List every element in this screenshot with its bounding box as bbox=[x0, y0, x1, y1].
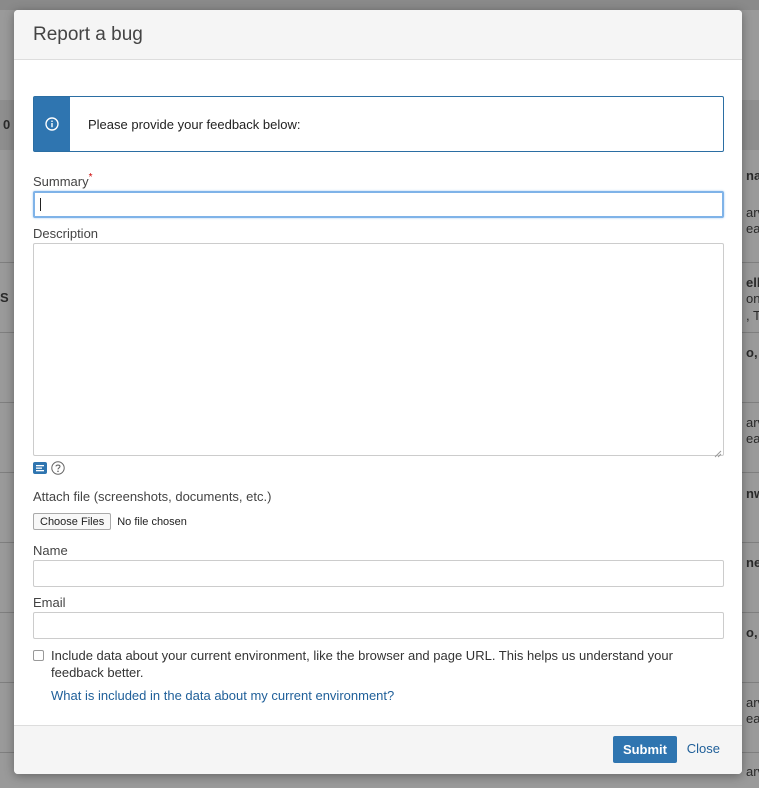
help-icon[interactable] bbox=[51, 461, 65, 478]
close-button[interactable]: Close bbox=[687, 741, 720, 756]
background-text: ea bbox=[746, 221, 759, 236]
choose-files-button[interactable]: Choose Files bbox=[33, 513, 112, 530]
submit-button[interactable]: Submit bbox=[612, 736, 677, 763]
info-message-box: Please provide your feedback below: bbox=[33, 96, 724, 152]
background-text: S bbox=[0, 290, 9, 305]
background-text: nat bbox=[746, 168, 759, 183]
environment-checkbox-label: Include data about your current environm… bbox=[51, 648, 673, 680]
description-label: Description bbox=[33, 226, 99, 241]
email-label: Email bbox=[33, 595, 66, 610]
background-text: ea bbox=[746, 711, 759, 726]
dialog-footer: Submit Close bbox=[14, 725, 742, 774]
background-text: nw bbox=[746, 486, 759, 501]
email-input[interactable] bbox=[33, 612, 724, 639]
summary-label-text: Summary bbox=[33, 174, 89, 189]
required-marker: * bbox=[88, 172, 93, 183]
text-format-icon[interactable] bbox=[33, 462, 47, 477]
dialog-title: Report a bug bbox=[33, 23, 143, 45]
background-text: ong bbox=[746, 291, 759, 306]
description-tools bbox=[33, 461, 65, 478]
info-message-text: Please provide your feedback below: bbox=[88, 116, 301, 132]
background-text: ell bbox=[746, 275, 759, 290]
background-text: o, T bbox=[746, 345, 759, 360]
background-text: 0 bbox=[3, 117, 11, 132]
file-input: Choose Files No file chosen bbox=[33, 513, 187, 530]
name-input[interactable] bbox=[33, 560, 724, 587]
background-text: o, T bbox=[746, 625, 759, 640]
background-text: arv bbox=[746, 415, 759, 430]
text-caret bbox=[40, 198, 41, 211]
background-text: arv bbox=[746, 205, 759, 220]
name-label: Name bbox=[33, 543, 68, 558]
background-text: arv bbox=[746, 764, 759, 779]
environment-info-link[interactable]: What is included in the data about my cu… bbox=[51, 688, 394, 703]
background-text: arv bbox=[746, 695, 759, 710]
report-bug-dialog: Report a bug Please provide your feedbac… bbox=[14, 10, 742, 774]
info-icon bbox=[45, 117, 59, 131]
background-text: nea bbox=[746, 555, 759, 570]
summary-label: Summary* bbox=[33, 172, 93, 189]
summary-input[interactable] bbox=[33, 191, 724, 218]
environment-checkbox[interactable] bbox=[33, 650, 44, 661]
file-status-text: No file chosen bbox=[117, 515, 187, 528]
resize-handle-icon[interactable] bbox=[714, 446, 722, 458]
info-bar bbox=[34, 97, 70, 151]
dialog-header: Report a bug bbox=[14, 10, 742, 60]
description-textarea[interactable] bbox=[33, 243, 724, 458]
background-text: ea bbox=[746, 431, 759, 446]
background-text: , TX bbox=[746, 308, 759, 323]
background-topbar bbox=[0, 0, 759, 10]
attach-label: Attach file (screenshots, documents, etc… bbox=[33, 489, 272, 504]
